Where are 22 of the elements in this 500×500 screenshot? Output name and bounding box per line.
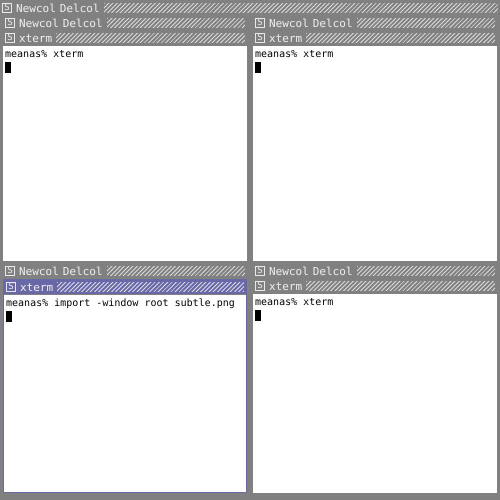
- bar-button[interactable]: Delcol: [312, 266, 352, 276]
- cursor: [255, 62, 261, 73]
- bar-button[interactable]: Newcol: [19, 266, 59, 276]
- window-title: xterm: [20, 282, 54, 292]
- bar-button[interactable]: Delcol: [62, 266, 102, 276]
- terminal-line: meanas% import -window root subtle.png: [6, 298, 236, 310]
- window-title: xterm: [269, 280, 302, 292]
- cursor: [6, 311, 12, 322]
- bar-button[interactable]: Delcol: [312, 18, 352, 28]
- window-title: xterm: [269, 32, 302, 44]
- bar-button[interactable]: Delcol: [62, 18, 102, 28]
- cursor: [5, 62, 11, 73]
- terminal-line: meanas% xterm: [255, 49, 334, 61]
- window-title: xterm: [19, 32, 52, 44]
- bar-button[interactable]: Newcol: [16, 2, 56, 14]
- cursor: [255, 310, 261, 321]
- bar-button[interactable]: Newcol: [19, 18, 59, 28]
- terminal-line: meanas% xterm: [255, 297, 334, 309]
- bar-button[interactable]: Newcol: [269, 266, 309, 276]
- bar-button[interactable]: Newcol: [269, 18, 309, 28]
- terminal-line: meanas% xterm: [5, 49, 84, 61]
- bar-button[interactable]: Delcol: [60, 2, 100, 14]
